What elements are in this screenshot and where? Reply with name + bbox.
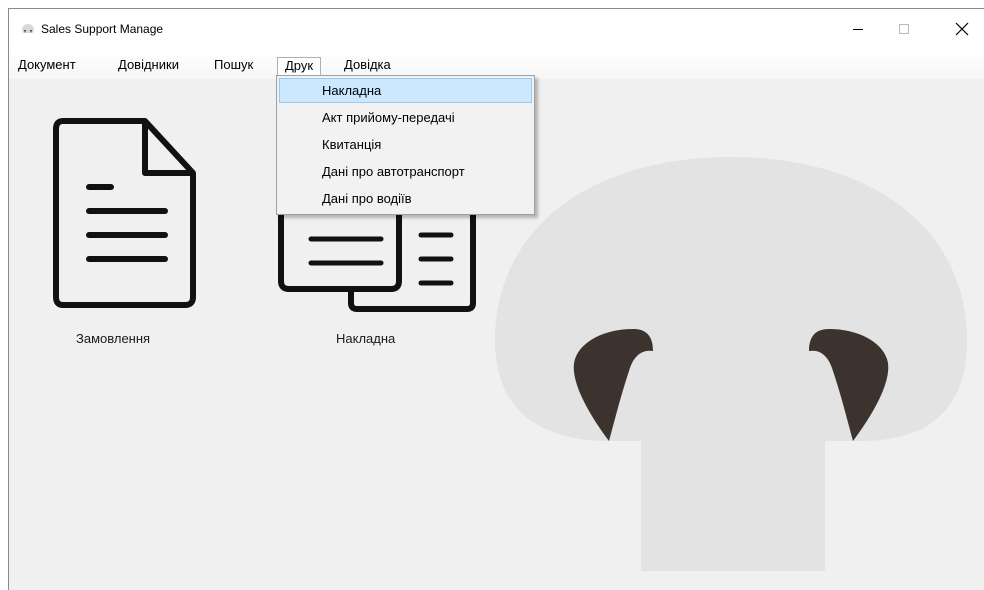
dropdown-item-invoice[interactable]: Накладна bbox=[279, 78, 532, 103]
close-button[interactable] bbox=[939, 9, 984, 49]
desktop-label-orders: Замовлення bbox=[76, 331, 151, 346]
app-logo-icon bbox=[22, 24, 34, 33]
menu-search[interactable]: Пошук bbox=[207, 57, 260, 75]
maximize-button[interactable] bbox=[881, 9, 927, 49]
dropdown-item-receipt[interactable]: Квитанція bbox=[279, 132, 532, 157]
app-window: Sales Support Manage Документ Довідники … bbox=[8, 8, 984, 590]
close-icon bbox=[955, 22, 969, 36]
dropdown-item-driver-data[interactable]: Дані про водіїв bbox=[279, 186, 532, 211]
minimize-button[interactable] bbox=[835, 9, 881, 49]
print-dropdown-menu: Накладна Акт прийому-передачі Квитанція … bbox=[276, 75, 535, 215]
dropdown-item-transfer-act[interactable]: Акт прийому-передачі bbox=[279, 105, 532, 130]
dropdown-item-vehicle-data[interactable]: Дані про автотранспорт bbox=[279, 159, 532, 184]
menu-help[interactable]: Довідка bbox=[337, 57, 398, 75]
desktop-label-invoice: Накладна bbox=[336, 331, 396, 346]
title-bar: Sales Support Manage bbox=[9, 9, 984, 49]
maximize-icon bbox=[899, 24, 909, 34]
document-icon[interactable] bbox=[53, 117, 197, 309]
menu-directories[interactable]: Довідники bbox=[111, 57, 186, 75]
minimize-icon bbox=[853, 29, 863, 30]
window-title: Sales Support Manage bbox=[41, 22, 164, 36]
menu-print[interactable]: Друк bbox=[277, 57, 322, 75]
menu-document[interactable]: Документ bbox=[11, 57, 83, 75]
